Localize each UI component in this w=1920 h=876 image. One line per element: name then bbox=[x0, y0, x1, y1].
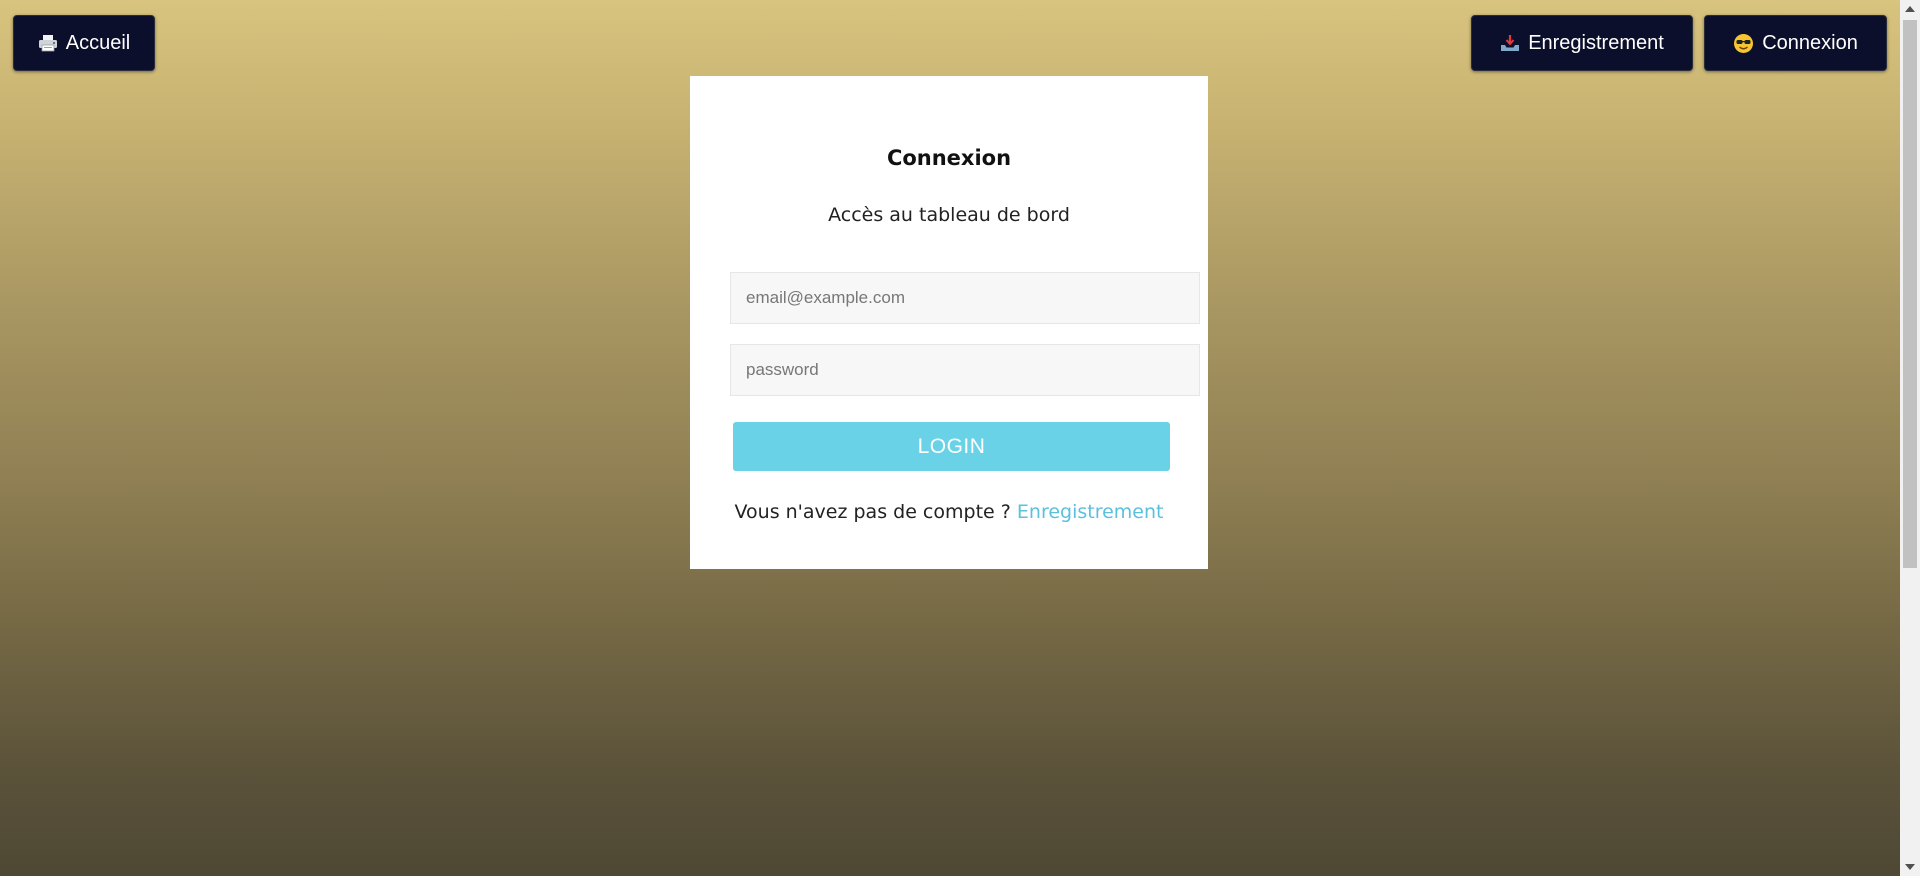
register-link[interactable]: Enregistrement bbox=[1017, 501, 1164, 523]
sunglasses-face-icon bbox=[1733, 33, 1754, 54]
register-prompt-text: Vous n'avez pas de compte ? bbox=[734, 501, 1011, 523]
register-prompt: Vous n'avez pas de compte ? Enregistreme… bbox=[690, 501, 1208, 523]
scrollbar-thumb[interactable] bbox=[1903, 20, 1917, 568]
home-button[interactable]: Accueil bbox=[13, 15, 155, 71]
register-button[interactable]: Enregistrement bbox=[1471, 15, 1693, 71]
login-nav-button-label: Connexion bbox=[1762, 31, 1858, 54]
vertical-scrollbar[interactable] bbox=[1900, 0, 1920, 876]
inbox-tray-icon bbox=[1500, 34, 1520, 52]
card-subtitle: Accès au tableau de bord bbox=[828, 204, 1070, 226]
printer-icon bbox=[38, 34, 58, 52]
login-button[interactable]: LOGIN bbox=[733, 422, 1170, 471]
scroll-down-arrow-icon[interactable] bbox=[1905, 864, 1915, 870]
password-field[interactable] bbox=[730, 344, 1200, 396]
scroll-up-arrow-icon[interactable] bbox=[1905, 6, 1915, 12]
register-button-label: Enregistrement bbox=[1528, 31, 1664, 54]
home-button-label: Accueil bbox=[65, 31, 131, 54]
login-card: Connexion Accès au tableau de bord LOGIN… bbox=[690, 76, 1208, 569]
card-title: Connexion bbox=[886, 146, 1012, 170]
email-field[interactable] bbox=[730, 272, 1200, 324]
login-nav-button[interactable]: Connexion bbox=[1704, 15, 1887, 71]
